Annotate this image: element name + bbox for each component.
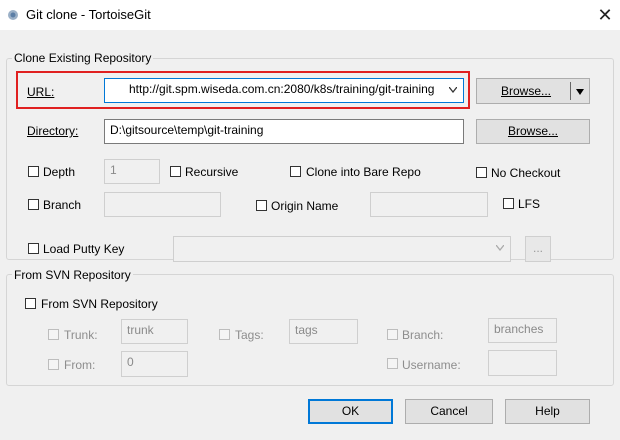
cancel-button[interactable]: Cancel: [405, 399, 493, 424]
split-arrow-icon[interactable]: [576, 89, 584, 95]
clone-group-title: Clone Existing Repository: [12, 51, 154, 65]
lfs-checkbox[interactable]: [503, 198, 514, 209]
svn-checkbox[interactable]: [25, 298, 36, 309]
origin-name-checkbox[interactable]: [256, 200, 267, 211]
directory-label: Directory:: [27, 124, 79, 138]
url-browse-button[interactable]: Browse...: [476, 78, 590, 104]
svn-checkbox-label: From SVN Repository: [41, 297, 158, 311]
username-input[interactable]: [488, 350, 557, 376]
username-checkbox[interactable]: [387, 358, 398, 369]
putty-browse-button[interactable]: ...: [525, 236, 551, 262]
chevron-down-icon[interactable]: [449, 87, 457, 93]
svn-group-title: From SVN Repository: [12, 268, 133, 282]
lfs-label: LFS: [518, 197, 541, 211]
help-button[interactable]: Help: [505, 399, 590, 424]
url-value: http://git.spm.wiseda.com.cn:2080/k8s/tr…: [129, 82, 435, 96]
origin-name-input[interactable]: [370, 192, 488, 217]
url-label: URL:: [27, 85, 55, 99]
svn-branch-checkbox[interactable]: [387, 329, 398, 340]
split-divider: [570, 82, 571, 100]
from-input[interactable]: 0: [121, 351, 188, 377]
tags-checkbox[interactable]: [219, 329, 230, 340]
directory-browse-button[interactable]: Browse...: [476, 119, 590, 144]
recursive-label: Recursive: [185, 165, 239, 179]
close-icon[interactable]: ✕: [594, 4, 616, 26]
no-checkout-checkbox[interactable]: [476, 167, 487, 178]
url-browse-label: Browse...: [501, 84, 552, 98]
branch-checkbox[interactable]: [28, 199, 39, 210]
depth-input[interactable]: 1: [104, 159, 160, 184]
branches-input[interactable]: branches: [488, 318, 557, 343]
title-bar: Git clone - TortoiseGit ✕: [0, 0, 620, 30]
tortoisegit-icon: [8, 10, 18, 20]
putty-key-combobox[interactable]: [173, 236, 511, 262]
putty-key-label: Load Putty Key: [43, 242, 125, 256]
branch-input[interactable]: [104, 192, 221, 217]
url-combobox[interactable]: http://git.spm.wiseda.com.cn:2080/k8s/tr…: [104, 78, 464, 103]
no-checkout-label: No Checkout: [491, 166, 561, 180]
putty-key-checkbox[interactable]: [28, 243, 39, 254]
bare-repo-checkbox[interactable]: [290, 166, 301, 177]
trunk-input[interactable]: trunk: [121, 319, 188, 344]
bare-repo-label: Clone into Bare Repo: [306, 165, 421, 179]
origin-name-label: Origin Name: [271, 199, 339, 213]
tags-label: Tags:: [235, 328, 264, 342]
from-label: From:: [64, 358, 96, 372]
trunk-label: Trunk:: [64, 328, 98, 342]
recursive-checkbox[interactable]: [170, 166, 181, 177]
directory-input[interactable]: D:\gitsource\temp\git-training: [104, 119, 464, 144]
window-title: Git clone - TortoiseGit: [26, 7, 151, 22]
tags-input[interactable]: tags: [289, 319, 358, 344]
depth-checkbox[interactable]: [28, 166, 39, 177]
branch-label: Branch: [43, 198, 82, 212]
username-label: Username:: [402, 358, 461, 372]
chevron-down-icon[interactable]: [496, 245, 504, 251]
depth-label: Depth: [43, 165, 76, 179]
svn-branch-label: Branch:: [402, 328, 444, 342]
trunk-checkbox[interactable]: [48, 329, 59, 340]
from-checkbox[interactable]: [48, 359, 59, 370]
ok-button[interactable]: OK: [308, 399, 393, 424]
